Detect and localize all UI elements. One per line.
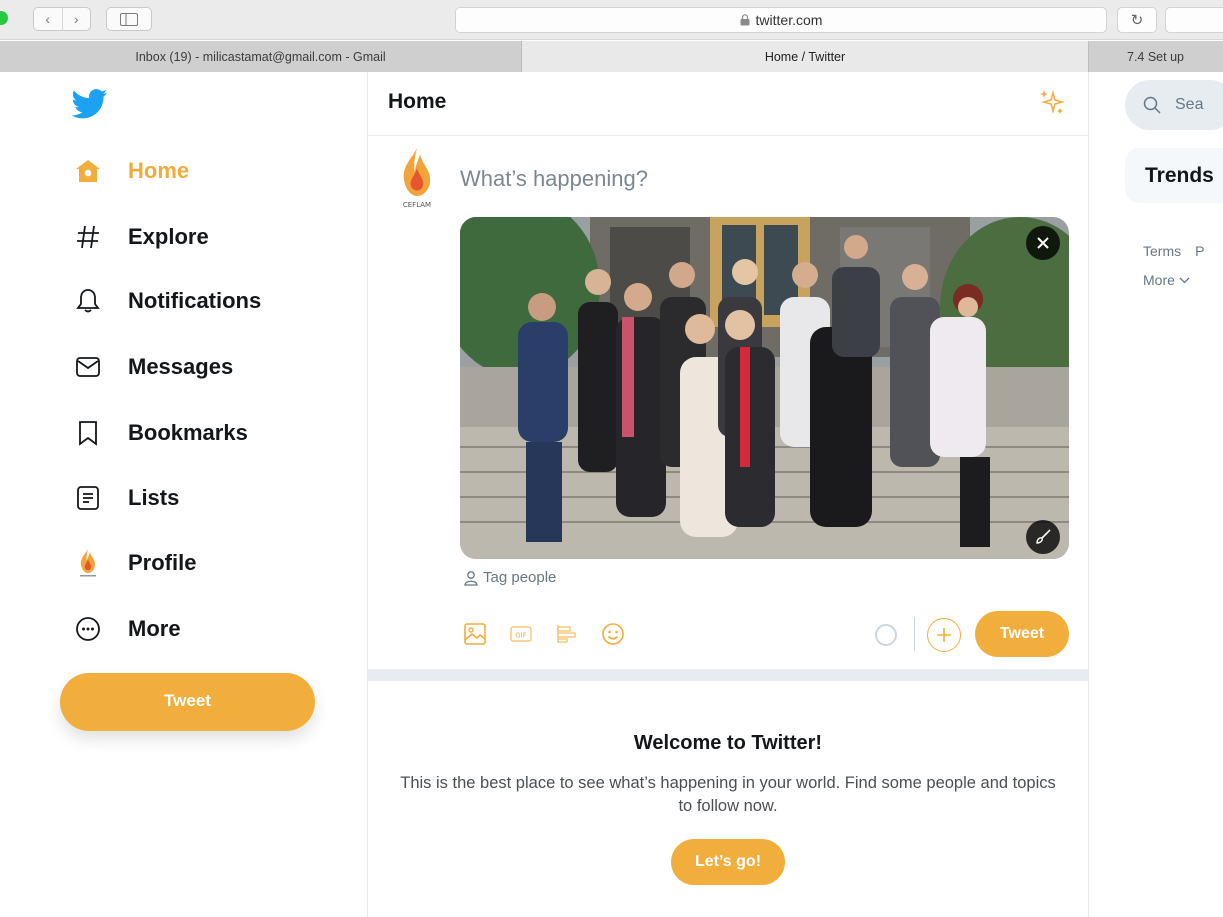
footer-link-terms[interactable]: Terms bbox=[1143, 243, 1181, 259]
tab-twitter-home[interactable]: Home / Twitter bbox=[522, 41, 1089, 72]
nav-label: Bookmarks bbox=[128, 420, 248, 445]
url-text: twitter.com bbox=[755, 12, 823, 28]
nav-label: More bbox=[128, 616, 181, 641]
add-thread-button[interactable] bbox=[927, 618, 961, 652]
tab-label: Inbox (19) - milicastamat@gmail.com - Gm… bbox=[135, 49, 386, 64]
footer-links: Terms P More bbox=[1143, 243, 1204, 301]
emoji-button[interactable] bbox=[598, 619, 628, 649]
tab-label: Home / Twitter bbox=[764, 49, 846, 64]
compose-tweet-button[interactable]: Tweet bbox=[975, 611, 1069, 657]
image-icon bbox=[464, 623, 486, 645]
media-button[interactable] bbox=[460, 619, 490, 649]
lock-icon bbox=[740, 14, 750, 26]
gif-icon: GIF bbox=[510, 626, 532, 642]
person-icon bbox=[464, 570, 478, 586]
envelope-icon bbox=[70, 349, 106, 385]
plus-icon bbox=[937, 628, 951, 642]
toolbar-right-field[interactable] bbox=[1165, 7, 1223, 33]
nav-label: Notifications bbox=[128, 288, 262, 313]
footer-link-privacy[interactable]: P bbox=[1195, 243, 1204, 259]
nav-item-lists[interactable]: Lists bbox=[70, 476, 179, 520]
tab-label: 7.4 Set up bbox=[1127, 49, 1184, 64]
attached-photo bbox=[460, 217, 1069, 559]
search-icon bbox=[1143, 96, 1161, 114]
forward-button[interactable]: › bbox=[63, 8, 91, 30]
welcome-title: Welcome to Twitter! bbox=[633, 732, 823, 754]
footer-more-label: More bbox=[1143, 272, 1175, 288]
tag-people-link[interactable]: Tag people bbox=[463, 569, 556, 586]
page-title: Home bbox=[388, 90, 447, 113]
nav-label: Profile bbox=[128, 550, 197, 575]
character-count-ring bbox=[875, 624, 897, 646]
more-dots-icon bbox=[70, 611, 106, 647]
nav-label: Home bbox=[128, 158, 190, 183]
sidebar-toggle-button[interactable] bbox=[106, 7, 152, 31]
nav-item-messages[interactable]: Messages bbox=[70, 345, 233, 389]
twitter-bird-logo[interactable] bbox=[72, 89, 108, 119]
tab-gmail[interactable]: Inbox (19) - milicastamat@gmail.com - Gm… bbox=[0, 41, 522, 72]
home-icon bbox=[70, 153, 106, 189]
profile-avatar-icon bbox=[70, 545, 106, 581]
hashtag-icon bbox=[70, 219, 106, 255]
reload-icon: ↻ bbox=[1130, 12, 1144, 29]
search-placeholder: Sea bbox=[1175, 96, 1204, 113]
nav-item-explore[interactable]: Explore bbox=[70, 215, 209, 259]
svg-text:GIF: GIF bbox=[515, 632, 527, 640]
trends-title: Trends bbox=[1145, 163, 1214, 187]
toolbar-divider bbox=[914, 617, 915, 651]
nav-item-notifications[interactable]: Notifications bbox=[70, 279, 261, 323]
remove-photo-button[interactable] bbox=[1026, 226, 1060, 260]
main-timeline-column: Home CEFLAM What’s happening? Tag people… bbox=[367, 72, 1089, 917]
sidebar-icon bbox=[120, 12, 138, 26]
lets-go-button[interactable]: Let’s go! bbox=[671, 839, 785, 885]
address-bar[interactable]: twitter.com bbox=[455, 7, 1107, 33]
reload-button[interactable]: ↻ bbox=[1117, 7, 1157, 33]
browser-toolbar: ‹ › twitter.com ↻ bbox=[0, 0, 1223, 40]
poll-button[interactable] bbox=[552, 619, 582, 649]
composer-toolbar: GIF bbox=[460, 619, 628, 649]
nav-label: Explore bbox=[128, 224, 209, 249]
history-buttons: ‹ › bbox=[33, 7, 91, 31]
sparkle-icon[interactable] bbox=[1039, 89, 1065, 115]
edit-photo-button[interactable] bbox=[1026, 520, 1060, 554]
window-zoom-button[interactable] bbox=[0, 11, 8, 25]
nav-item-profile[interactable]: Profile bbox=[70, 541, 196, 585]
trends-panel-header: Trends bbox=[1125, 148, 1223, 203]
nav-item-more[interactable]: More bbox=[70, 607, 181, 651]
close-icon bbox=[1037, 237, 1049, 249]
welcome-body: This is the best place to see what’s hap… bbox=[400, 774, 1056, 815]
nav-item-bookmarks[interactable]: Bookmarks bbox=[70, 411, 248, 455]
browser-tab-bar: Inbox (19) - milicastamat@gmail.com - Gm… bbox=[0, 41, 1223, 72]
poll-icon bbox=[557, 625, 576, 643]
back-button[interactable]: ‹ bbox=[34, 8, 63, 30]
nav-label: Lists bbox=[128, 485, 180, 510]
timeline-header: Home bbox=[368, 72, 1088, 136]
nav-item-home[interactable]: Home bbox=[70, 149, 189, 193]
footer-more-link[interactable]: More bbox=[1143, 272, 1204, 288]
nav-label: Messages bbox=[128, 354, 234, 379]
gif-button[interactable]: GIF bbox=[506, 619, 536, 649]
bookmark-icon bbox=[70, 415, 106, 451]
section-separator bbox=[368, 669, 1088, 681]
search-box[interactable]: Sea bbox=[1125, 80, 1223, 130]
smiley-icon bbox=[602, 623, 624, 645]
compose-input[interactable]: What’s happening? bbox=[460, 166, 648, 192]
list-icon bbox=[70, 480, 106, 516]
bell-icon bbox=[70, 283, 106, 319]
brush-icon bbox=[1036, 529, 1051, 544]
composer-avatar[interactable]: CEFLAM bbox=[392, 146, 442, 210]
tag-people-label: Tag people bbox=[483, 569, 557, 586]
avatar-text: CEFLAM bbox=[403, 201, 431, 209]
chevron-down-icon bbox=[1179, 277, 1190, 283]
tab-setup[interactable]: 7.4 Set up bbox=[1089, 41, 1223, 72]
sidebar-tweet-button[interactable]: Tweet bbox=[60, 673, 315, 731]
